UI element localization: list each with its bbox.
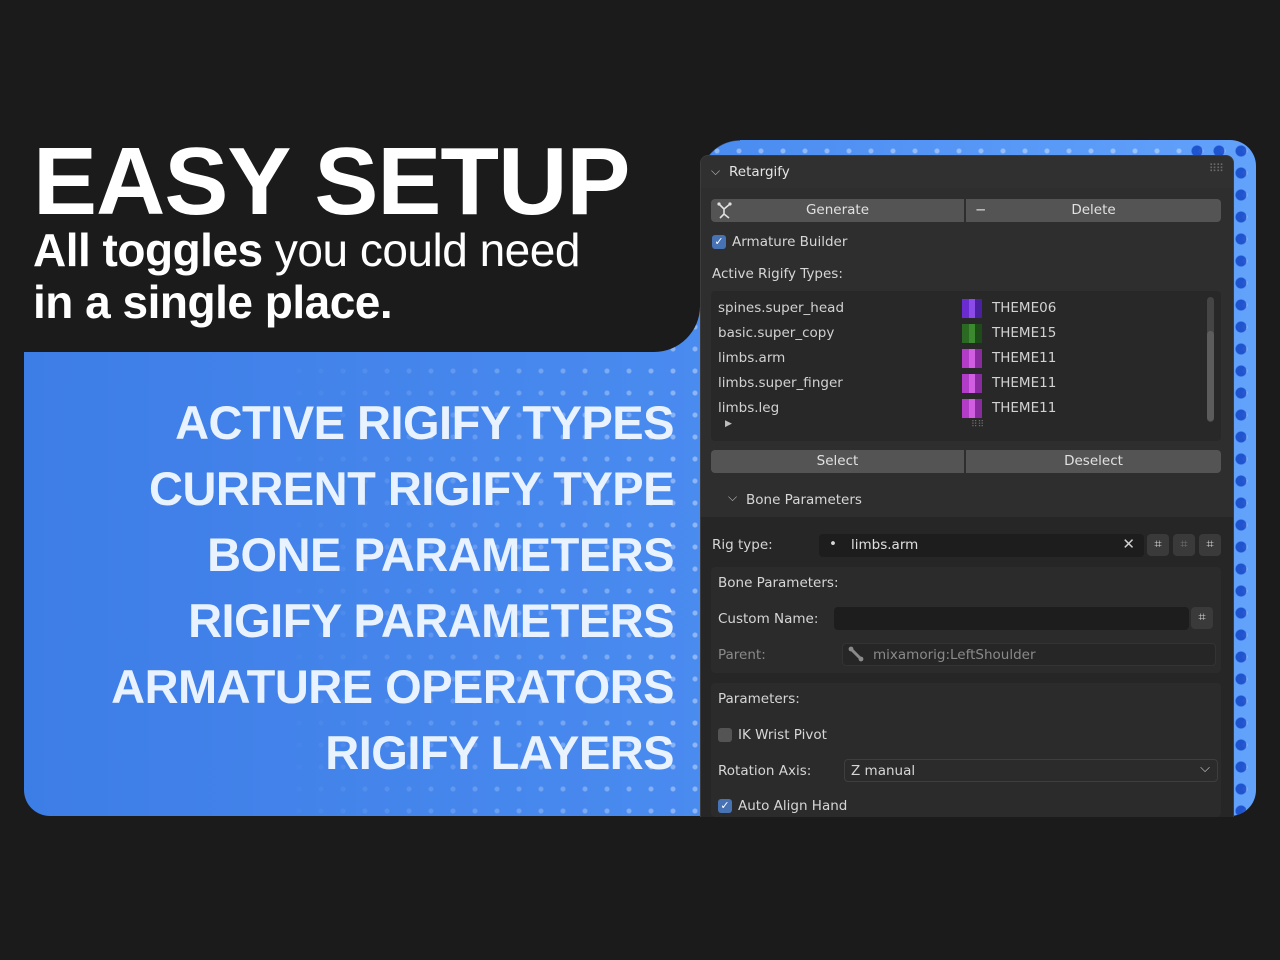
custom-name-label: Custom Name: xyxy=(718,611,819,627)
browse-icon[interactable]: ⌗ xyxy=(1147,534,1169,556)
auto-align-label: Auto Align Hand xyxy=(738,798,848,814)
deselect-button[interactable]: Deselect xyxy=(966,450,1221,473)
bullet-icon: • xyxy=(829,536,837,552)
theme-name: THEME11 xyxy=(992,400,1057,416)
browse-icon[interactable]: ⌗ xyxy=(1191,607,1213,629)
feature-item: ACTIVE RIGIFY TYPES xyxy=(175,396,674,449)
tagline: All toggles you could need in a single p… xyxy=(33,224,580,328)
tagline-rest: you could need xyxy=(274,224,581,276)
feature-item: ARMATURE OPERATORS xyxy=(111,660,674,713)
drag-grip-icon[interactable]: ⠿⠿ xyxy=(1209,162,1224,175)
active-types-label: Active Rigify Types: xyxy=(712,266,843,282)
auto-align-checkbox[interactable]: ✓ xyxy=(718,799,732,813)
rotation-axis-label: Rotation Axis: xyxy=(718,763,812,779)
parameters-label: Parameters: xyxy=(718,691,800,707)
tagline-bold: All toggles xyxy=(33,224,263,276)
list-item[interactable]: basic.super_copy THEME15 xyxy=(711,321,1201,346)
theme-swatch[interactable] xyxy=(962,349,983,368)
list-item[interactable]: limbs.arm THEME11 xyxy=(711,346,1201,371)
feature-item: CURRENT RIGIFY TYPE xyxy=(149,462,674,515)
list-item[interactable]: limbs.leg THEME11 xyxy=(711,396,1201,421)
theme-name: THEME06 xyxy=(992,300,1057,316)
parent-value: mixamorig:LeftShoulder xyxy=(873,647,1036,663)
armature-icon xyxy=(716,199,736,222)
armature-builder-label: Armature Builder xyxy=(732,234,848,250)
theme-name: THEME11 xyxy=(992,350,1057,366)
minus-icon: − xyxy=(975,202,987,218)
list-item[interactable]: spines.super_head THEME06 xyxy=(711,296,1201,321)
ik-wrist-checkbox[interactable] xyxy=(718,728,732,742)
delete-label: Delete xyxy=(1071,202,1116,218)
rigify-type-name: limbs.arm xyxy=(718,350,786,366)
headline: EASY SETUP xyxy=(33,128,630,235)
list-item[interactable]: limbs.super_finger THEME11 xyxy=(711,371,1201,396)
theme-swatch[interactable] xyxy=(962,374,983,393)
rig-type-value: limbs.arm xyxy=(851,537,919,553)
bone-params-label: Bone Parameters: xyxy=(718,575,839,591)
rigify-type-name: limbs.leg xyxy=(718,400,780,416)
list-scrollbar[interactable] xyxy=(1207,297,1214,422)
rigify-type-name: basic.super_copy xyxy=(718,325,835,341)
retargify-panel: ⌵ Retargify ⠿⠿ Generate − Delete ✓ Armat… xyxy=(700,155,1234,817)
feature-list: ACTIVE RIGIFY TYPES CURRENT RIGIFY TYPE … xyxy=(111,390,674,786)
parent-field: mixamorig:LeftShoulder xyxy=(842,643,1216,666)
ik-wrist-label: IK Wrist Pivot xyxy=(738,727,827,743)
feature-item: BONE PARAMETERS xyxy=(207,528,674,581)
theme-swatch[interactable] xyxy=(962,399,983,418)
copy-icon[interactable]: ⌗ xyxy=(1173,534,1195,556)
rig-type-field[interactable]: • limbs.arm ✕ xyxy=(819,534,1144,557)
chevron-down-icon[interactable]: ⌵ xyxy=(728,490,737,505)
rotation-axis-dropdown[interactable]: Z manual ⌵ xyxy=(844,759,1218,782)
select-button[interactable]: Select xyxy=(711,450,964,473)
chevron-down-icon[interactable]: ⌵ xyxy=(711,164,720,179)
panel-header[interactable]: ⌵ Retargify ⠿⠿ xyxy=(701,156,1233,188)
tagline-line2: in a single place. xyxy=(33,276,393,328)
bone-params-section-title[interactable]: Bone Parameters xyxy=(746,492,862,508)
scrollbar-thumb[interactable] xyxy=(1207,331,1214,421)
feature-item: RIGIFY LAYERS xyxy=(325,726,674,779)
panel-title: Retargify xyxy=(729,164,790,180)
generate-label: Generate xyxy=(805,202,870,218)
generate-button[interactable]: Generate xyxy=(711,199,964,222)
close-icon[interactable]: ✕ xyxy=(1122,535,1135,553)
theme-swatch[interactable] xyxy=(962,299,983,318)
chevron-down-icon: ⌵ xyxy=(1200,761,1210,776)
theme-name: THEME11 xyxy=(992,375,1057,391)
rigify-type-name: limbs.super_finger xyxy=(718,375,843,391)
delete-button[interactable]: − Delete xyxy=(966,199,1221,222)
rigify-type-name: spines.super_head xyxy=(718,300,845,316)
rig-type-label: Rig type: xyxy=(712,537,773,553)
parent-label: Parent: xyxy=(718,647,766,663)
bone-icon xyxy=(847,645,865,667)
feature-item: RIGIFY PARAMETERS xyxy=(188,594,674,647)
triangle-right-icon[interactable]: ▶ xyxy=(725,419,732,429)
link-icon[interactable]: ⌗ xyxy=(1199,534,1221,556)
list-resize-icon[interactable]: ⠿⠿ xyxy=(971,420,984,430)
rigify-types-list[interactable]: spines.super_head THEME06 basic.super_co… xyxy=(711,291,1221,441)
custom-name-field[interactable] xyxy=(834,607,1189,630)
armature-builder-checkbox[interactable]: ✓ xyxy=(712,235,726,249)
theme-name: THEME15 xyxy=(992,325,1057,341)
theme-swatch[interactable] xyxy=(962,324,983,343)
rotation-axis-value: Z manual xyxy=(851,763,916,779)
